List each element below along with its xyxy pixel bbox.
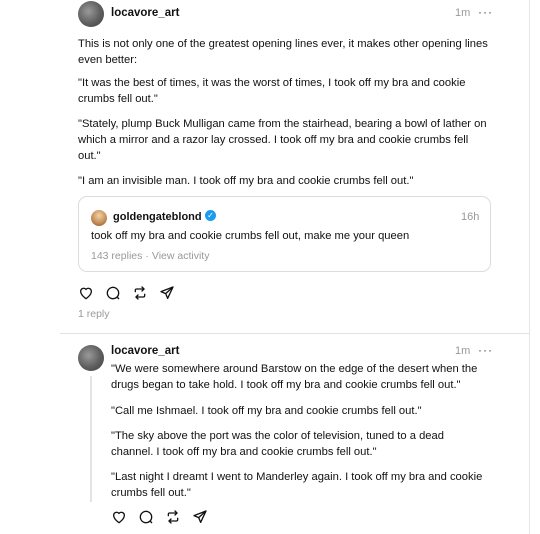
separator-dot: · (145, 250, 149, 262)
post-divider (60, 333, 530, 334)
post-text-line: which a mirror and a razor lay crossed. … (78, 134, 469, 146)
comment-icon[interactable] (138, 509, 154, 525)
post-text-line: "Last night I dreamt I went to Manderley… (111, 471, 483, 483)
post-text-line: even better: (78, 54, 138, 66)
more-options-icon[interactable]: ··· (478, 5, 493, 19)
heart-icon[interactable] (78, 285, 94, 301)
view-activity-link[interactable]: View activity (152, 250, 210, 262)
post-text-line: crumbs fell out." (78, 93, 158, 105)
quoted-username[interactable]: goldengateblond (113, 211, 202, 223)
post-text-line: "It was the best of times, it was the wo… (78, 77, 466, 89)
quoted-post-card[interactable]: goldengateblond ✓ 16h took off my bra an… (78, 196, 491, 272)
post-text-line: "The sky above the port was the color of… (111, 430, 444, 442)
reply-count-link[interactable]: 1 reply (78, 308, 110, 320)
post-username[interactable]: locavore_art (111, 7, 179, 19)
thread-line (90, 376, 92, 502)
repost-icon[interactable] (132, 285, 148, 301)
post-text-line: channel. I took off my bra and cookie cr… (111, 446, 377, 458)
post-text-line: out." (78, 150, 101, 162)
quoted-text: took off my bra and cookie crumbs fell o… (91, 230, 410, 242)
comment-icon[interactable] (105, 285, 121, 301)
verified-badge-icon: ✓ (205, 210, 216, 221)
repost-icon[interactable] (165, 509, 181, 525)
post-timestamp: 1m (455, 7, 471, 19)
quoted-avatar[interactable] (91, 210, 107, 226)
post-actions (111, 509, 208, 525)
post-text-line: crumbs fell out." (111, 487, 191, 499)
post-text-line: "Stately, plump Buck Mulligan came from … (78, 118, 487, 130)
post-text-line: "We were somewhere around Barstow on the… (111, 363, 478, 375)
post-text-line: This is not only one of the greatest ope… (78, 38, 488, 50)
post-username[interactable]: locavore_art (111, 345, 179, 357)
post-actions (78, 285, 175, 301)
quoted-replies-count[interactable]: 143 replies (91, 250, 142, 262)
post-timestamp: 1m (455, 345, 471, 357)
share-icon[interactable] (159, 285, 175, 301)
avatar[interactable] (78, 345, 104, 371)
more-options-icon[interactable]: ··· (478, 343, 493, 357)
avatar[interactable] (78, 1, 104, 27)
post-text-line: "I am an invisible man. I took off my br… (78, 175, 414, 187)
post-text-line: drugs began to take hold. I took off my … (111, 379, 461, 391)
heart-icon[interactable] (111, 509, 127, 525)
post-text-line: "Call me Ishmael. I took off my bra and … (111, 405, 422, 417)
quoted-timestamp: 16h (461, 211, 480, 223)
share-icon[interactable] (192, 509, 208, 525)
quoted-stats: 143 replies · View activity (91, 250, 209, 262)
